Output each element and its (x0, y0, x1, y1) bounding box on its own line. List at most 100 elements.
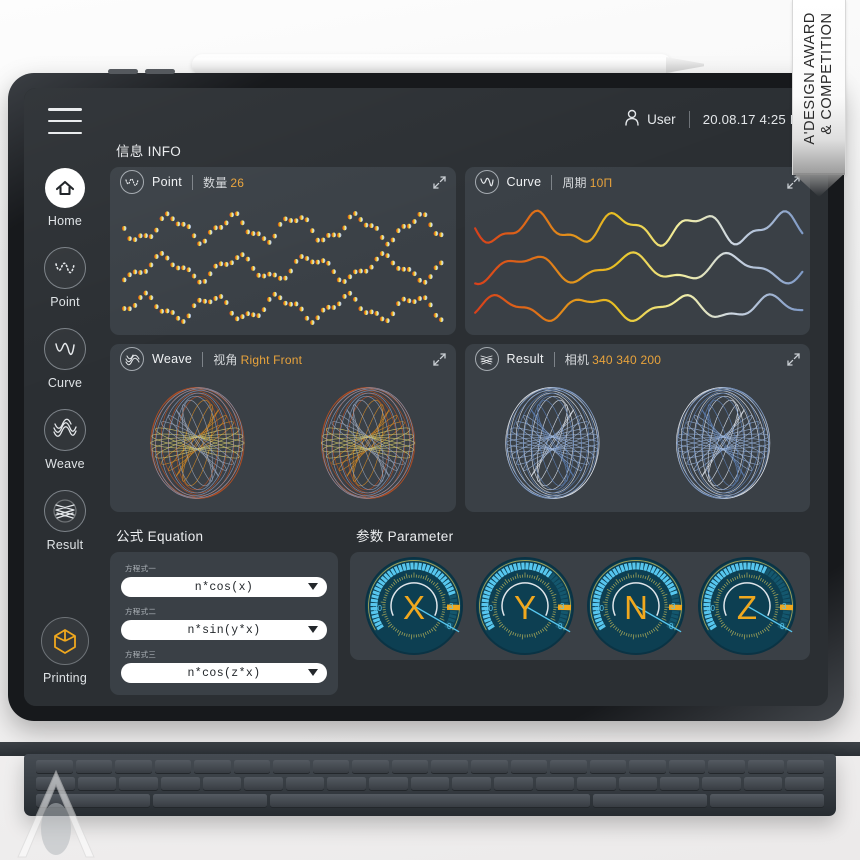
keyboard-deck (24, 754, 836, 816)
key[interactable] (410, 777, 450, 790)
keyboard-row (36, 794, 824, 807)
key[interactable] (493, 777, 533, 790)
key[interactable] (471, 760, 508, 773)
panel-meta: 视角 Right Front (213, 351, 302, 368)
sidebar-item-result[interactable]: Result (44, 490, 86, 552)
key[interactable] (787, 760, 824, 773)
key[interactable] (233, 760, 271, 773)
key[interactable] (593, 794, 708, 807)
key[interactable] (273, 760, 310, 773)
parameter-card: 30 3 0 X 30 3 0 Y 30 3 0 N 30 3 0 Z (350, 552, 810, 660)
equation-label: 方程式三 (125, 650, 157, 659)
panel-meta-label: 数量 (203, 175, 228, 190)
equation-label: 方程式二 (125, 607, 157, 616)
key-space[interactable] (269, 794, 591, 807)
key[interactable] (369, 777, 408, 790)
equation-value: n*sin(y*x) (187, 623, 261, 637)
svg-text:0: 0 (780, 622, 785, 631)
key[interactable] (152, 794, 267, 807)
top-bar: User 20.08.17 4:25 PM (110, 108, 810, 130)
equation-row-3: 方程式三 n*cos(z*x) (121, 649, 327, 683)
key[interactable] (194, 760, 231, 773)
key[interactable] (431, 760, 469, 773)
key[interactable] (660, 777, 699, 790)
sidebar-item-point[interactable]: Point (44, 247, 86, 309)
sidebar-item-printing[interactable]: Printing (41, 617, 89, 685)
equation-card: 方程式一 n*cos(x) 方程式二 n*sin(y*x) 方程式三 n*cos… (110, 552, 338, 695)
key[interactable] (785, 777, 824, 790)
expand-diagonal-icon[interactable] (786, 352, 801, 367)
gauge-n[interactable]: 30 3 0 N (586, 557, 685, 655)
panel-meta: 周期 10Π (562, 174, 612, 191)
key[interactable] (115, 760, 152, 773)
key[interactable] (589, 760, 627, 773)
key[interactable] (119, 777, 158, 790)
sidebar-item-label: Result (46, 538, 84, 552)
key[interactable] (154, 760, 192, 773)
gauge-y[interactable]: 30 3 0 Y (475, 557, 574, 655)
stylus-tip (666, 57, 704, 73)
home-icon (45, 168, 85, 208)
panel-meta-value: Right Front (240, 352, 303, 367)
user-label: User (647, 111, 676, 127)
sidebar-item-home[interactable]: Home (45, 168, 85, 228)
svg-text:Y: Y (513, 589, 535, 626)
svg-text:30: 30 (706, 604, 715, 613)
equation-dropdown-1[interactable]: n*cos(x) (121, 577, 327, 597)
tablet-screen: Home Point Curve Weave Result Printing U… (24, 88, 828, 706)
equation-dropdown-3[interactable]: n*cos(z*x) (121, 663, 327, 683)
curve-line-chart (465, 197, 811, 335)
expand-diagonal-icon[interactable] (432, 175, 447, 190)
sidebar-item-weave[interactable]: Weave (44, 409, 86, 471)
result-wireframe-chart (465, 374, 811, 512)
key[interactable] (702, 777, 741, 790)
key[interactable] (510, 760, 548, 773)
equation-dropdown-2[interactable]: n*sin(y*x) (121, 620, 327, 640)
parameter-section-title: 参数 Parameter (356, 529, 454, 544)
key[interactable] (327, 777, 366, 790)
key[interactable] (710, 794, 824, 807)
key[interactable] (577, 777, 616, 790)
key[interactable] (668, 760, 706, 773)
gauge-x[interactable]: 30 3 0 X (364, 557, 463, 655)
svg-text:0: 0 (558, 622, 563, 631)
key[interactable] (202, 777, 242, 790)
equation-row-1: 方程式一 n*cos(x) (121, 563, 327, 597)
key[interactable] (743, 777, 783, 790)
hamburger-menu-icon[interactable] (48, 108, 82, 134)
weave-icon (120, 347, 144, 371)
key[interactable] (550, 760, 587, 773)
key[interactable] (535, 777, 575, 790)
point-scatter-chart (110, 197, 456, 335)
equation-value: n*cos(z*x) (187, 666, 261, 680)
key[interactable] (160, 777, 200, 790)
key[interactable] (708, 760, 745, 773)
sidebar-item-curve[interactable]: Curve (44, 328, 86, 390)
svg-text:X: X (402, 589, 424, 626)
info-panel-grid: Point 数量 26 Curve 周期 10Π Weave 视角 Right … (110, 167, 810, 512)
key[interactable] (618, 777, 658, 790)
key[interactable] (244, 777, 283, 790)
user-account[interactable]: User (624, 109, 676, 129)
sidebar-item-label: Point (50, 295, 80, 309)
panel-result: Result 相机 340 340 200 (464, 344, 811, 512)
gauge-z[interactable]: 30 3 0 Z (697, 557, 796, 655)
result-icon (474, 347, 499, 371)
sidebar-item-label: Weave (45, 457, 85, 471)
panel-curve-header: Curve 周期 10Π (465, 167, 811, 197)
curve-icon (474, 170, 499, 194)
key[interactable] (352, 760, 389, 773)
award-line-2: & COMPETITION (819, 12, 835, 135)
key[interactable] (629, 760, 666, 773)
key[interactable] (285, 777, 325, 790)
panel-weave-header: Weave 视角 Right Front (110, 344, 456, 374)
key[interactable] (312, 760, 350, 773)
panel-divider (553, 351, 555, 367)
expand-diagonal-icon[interactable] (432, 352, 447, 367)
panel-meta: 相机 340 340 200 (565, 351, 661, 368)
key[interactable] (747, 760, 785, 773)
key[interactable] (452, 777, 491, 790)
curve-icon (44, 328, 86, 370)
key[interactable] (391, 760, 429, 773)
chevron-down-icon (308, 626, 318, 633)
